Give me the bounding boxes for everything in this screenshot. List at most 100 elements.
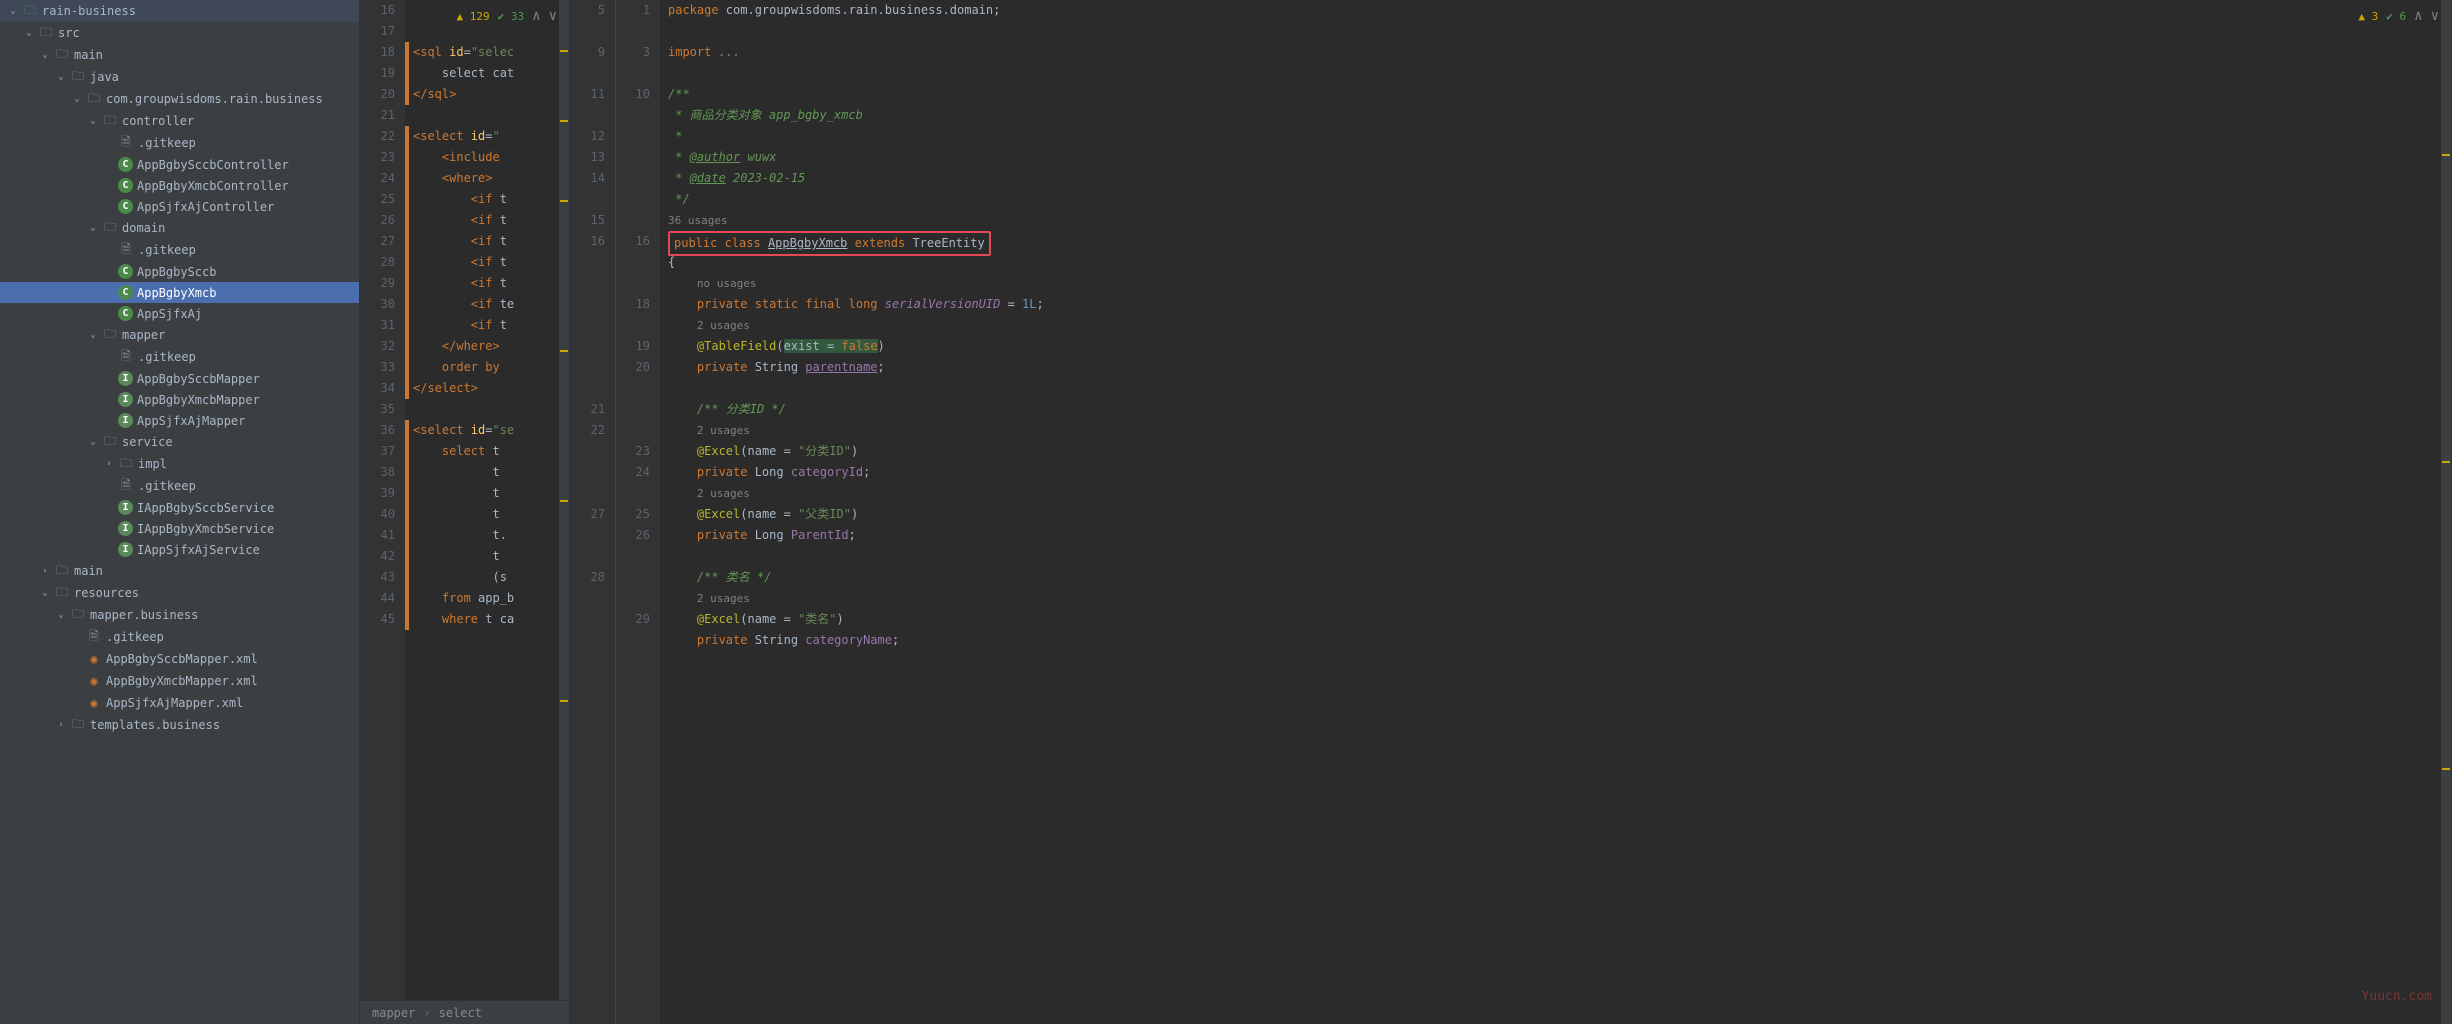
- warning-indicator[interactable]: ▲ 129: [457, 10, 490, 23]
- tree-item[interactable]: I IAppBgbySccbService: [0, 497, 359, 518]
- code-line[interactable]: 2 usages: [660, 315, 2451, 336]
- tree-item[interactable]: 🗎 .gitkeep: [0, 346, 359, 368]
- ok-indicator[interactable]: ✔ 33: [498, 10, 525, 23]
- code-line[interactable]: * @author wuwx: [660, 147, 2451, 168]
- code-line[interactable]: where t ca: [405, 609, 569, 630]
- code-area-left[interactable]: <sql id="selec select cat</sql><select i…: [405, 0, 569, 1000]
- code-line[interactable]: <if te: [405, 294, 569, 315]
- code-line[interactable]: t: [405, 504, 569, 525]
- tree-item[interactable]: C AppBgbySccb: [0, 261, 359, 282]
- tree-item[interactable]: ◉ AppSjfxAjMapper.xml: [0, 692, 359, 714]
- breadcrumb-bar[interactable]: mapper › select: [360, 1000, 569, 1024]
- code-line[interactable]: [405, 399, 569, 420]
- code-line[interactable]: 2 usages: [660, 483, 2451, 504]
- code-line[interactable]: private String categoryName;: [660, 630, 2451, 651]
- code-line[interactable]: @Excel(name = "类名"): [660, 609, 2451, 630]
- code-line[interactable]: [405, 21, 569, 42]
- error-stripe-left[interactable]: [559, 0, 569, 1000]
- code-line[interactable]: 2 usages: [660, 588, 2451, 609]
- code-line[interactable]: /**: [660, 84, 2451, 105]
- warning-indicator[interactable]: ▲ 3: [2358, 10, 2378, 23]
- tree-item[interactable]: ◉ AppBgbyXmcbMapper.xml: [0, 670, 359, 692]
- code-line[interactable]: <select id=": [405, 126, 569, 147]
- tree-item[interactable]: ⌄ 🗀 service: [0, 431, 359, 453]
- tree-item[interactable]: ⌄ 🗀 src: [0, 22, 359, 44]
- code-line[interactable]: * 商品分类对象 app_bgby_xmcb: [660, 105, 2451, 126]
- tree-item[interactable]: › 🗀 main: [0, 560, 359, 582]
- code-area-right[interactable]: package com.groupwisdoms.rain.business.d…: [660, 0, 2451, 1024]
- code-line[interactable]: [660, 63, 2451, 84]
- tree-item[interactable]: I AppSjfxAjMapper: [0, 410, 359, 431]
- code-line[interactable]: public class AppBgbyXmcb extends TreeEnt…: [660, 231, 2451, 252]
- tree-item[interactable]: 🗎 .gitkeep: [0, 132, 359, 154]
- code-line[interactable]: @Excel(name = "父类ID"): [660, 504, 2451, 525]
- code-line[interactable]: select cat: [405, 63, 569, 84]
- code-line[interactable]: <include: [405, 147, 569, 168]
- ok-indicator[interactable]: ✔ 6: [2386, 10, 2406, 23]
- tree-item[interactable]: ⌄ 🗀 domain: [0, 217, 359, 239]
- tree-item[interactable]: › 🗀 impl: [0, 453, 359, 475]
- code-line[interactable]: * @date 2023-02-15: [660, 168, 2451, 189]
- code-line[interactable]: (s: [405, 567, 569, 588]
- tree-item[interactable]: I AppBgbySccbMapper: [0, 368, 359, 389]
- code-line[interactable]: [660, 21, 2451, 42]
- tree-item[interactable]: 🗎 .gitkeep: [0, 475, 359, 497]
- code-line[interactable]: *: [660, 126, 2451, 147]
- code-line[interactable]: <sql id="selec: [405, 42, 569, 63]
- error-stripe-right[interactable]: [2441, 0, 2451, 1024]
- tree-item[interactable]: C AppBgbySccbController: [0, 154, 359, 175]
- tree-item[interactable]: › 🗀 templates.business: [0, 714, 359, 736]
- code-line[interactable]: t.: [405, 525, 569, 546]
- breadcrumb-item[interactable]: mapper: [372, 1006, 415, 1020]
- code-line[interactable]: <select id="se: [405, 420, 569, 441]
- tree-item[interactable]: 🗎 .gitkeep: [0, 626, 359, 648]
- tree-item[interactable]: I IAppBgbyXmcbService: [0, 518, 359, 539]
- code-line[interactable]: [660, 378, 2451, 399]
- tree-item[interactable]: 🗎 .gitkeep: [0, 239, 359, 261]
- tree-item[interactable]: ◉ AppBgbySccbMapper.xml: [0, 648, 359, 670]
- code-line[interactable]: </where>: [405, 336, 569, 357]
- code-line[interactable]: <if t: [405, 210, 569, 231]
- code-line[interactable]: /** 类名 */: [660, 567, 2451, 588]
- code-line[interactable]: <if t: [405, 273, 569, 294]
- prev-highlight-icon[interactable]: ∧: [532, 8, 540, 24]
- tree-item[interactable]: ⌄ 🗀 mapper.business: [0, 604, 359, 626]
- tree-item[interactable]: C AppSjfxAj: [0, 303, 359, 324]
- code-line[interactable]: private static final long serialVersionU…: [660, 294, 2451, 315]
- code-line[interactable]: 2 usages: [660, 420, 2451, 441]
- next-highlight-icon[interactable]: ∨: [2431, 8, 2439, 24]
- editor-content-left[interactable]: 1617181920212223242526272829303132333435…: [360, 0, 569, 1000]
- tree-item[interactable]: ⌄ 🗀 rain-business: [0, 0, 359, 22]
- tree-item[interactable]: ⌄ 🗀 mapper: [0, 324, 359, 346]
- tree-item[interactable]: ⌄ 🗀 java: [0, 66, 359, 88]
- tree-item[interactable]: I IAppSjfxAjService: [0, 539, 359, 560]
- code-line[interactable]: 36 usages: [660, 210, 2451, 231]
- code-line[interactable]: /** 分类ID */: [660, 399, 2451, 420]
- project-tree-panel[interactable]: ⌄ 🗀 rain-business ⌄ 🗀 src ⌄ 🗀 main ⌄ 🗀 j…: [0, 0, 360, 1024]
- code-line[interactable]: {: [660, 252, 2451, 273]
- prev-highlight-icon[interactable]: ∧: [2414, 8, 2422, 24]
- code-line[interactable]: @Excel(name = "分类ID"): [660, 441, 2451, 462]
- code-line[interactable]: 💡 @TableField(exist = false): [660, 336, 2451, 357]
- breadcrumb-item[interactable]: select: [439, 1006, 482, 1020]
- code-line[interactable]: </select>: [405, 378, 569, 399]
- code-line[interactable]: package com.groupwisdoms.rain.business.d…: [660, 0, 2451, 21]
- code-line[interactable]: */: [660, 189, 2451, 210]
- code-line[interactable]: <if t: [405, 189, 569, 210]
- code-line[interactable]: import ...: [660, 42, 2451, 63]
- code-line[interactable]: private String parentname;: [660, 357, 2451, 378]
- tree-item[interactable]: ⌄ 🗀 controller: [0, 110, 359, 132]
- code-line[interactable]: <where>: [405, 168, 569, 189]
- code-line[interactable]: t: [405, 462, 569, 483]
- code-line[interactable]: no usages: [660, 273, 2451, 294]
- editor-content-right[interactable]: 5911121314151621222728 13101618192023242…: [570, 0, 2451, 1024]
- code-line[interactable]: order by: [405, 357, 569, 378]
- tree-item[interactable]: C AppSjfxAjController: [0, 196, 359, 217]
- code-line[interactable]: [405, 105, 569, 126]
- tree-item[interactable]: ⌄ 🗀 com.groupwisdoms.rain.business: [0, 88, 359, 110]
- code-line[interactable]: <if t: [405, 231, 569, 252]
- code-line[interactable]: from app_b: [405, 588, 569, 609]
- code-line[interactable]: private Long ParentId;: [660, 525, 2451, 546]
- tree-item[interactable]: ⌄ 🗀 main: [0, 44, 359, 66]
- code-line[interactable]: t: [405, 483, 569, 504]
